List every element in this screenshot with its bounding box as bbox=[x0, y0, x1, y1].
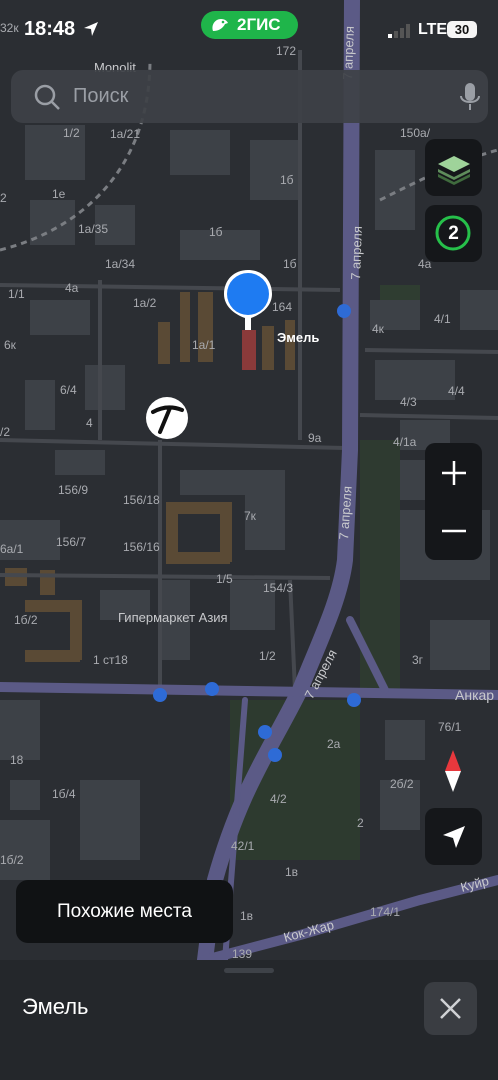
location-pin-icon[interactable] bbox=[221, 268, 275, 334]
house-number: 18 bbox=[10, 753, 24, 767]
close-button[interactable] bbox=[424, 982, 477, 1035]
layers-button[interactable] bbox=[425, 139, 482, 196]
house-number: 2 bbox=[0, 191, 7, 205]
compass-button[interactable] bbox=[437, 748, 469, 794]
house-number: 76/1 bbox=[438, 720, 462, 734]
house-number: 7к bbox=[244, 509, 257, 523]
house-number: 1а/35 bbox=[78, 222, 108, 236]
house-number: 1б/2 bbox=[0, 853, 24, 867]
close-icon bbox=[440, 998, 461, 1019]
house-number: 4к bbox=[372, 322, 385, 336]
place-label[interactable]: Эмель bbox=[277, 330, 319, 345]
house-number: 1б bbox=[280, 173, 294, 187]
poi-label: Гипермаркет Азия bbox=[118, 610, 228, 625]
house-number: 1а/2 bbox=[133, 296, 157, 310]
house-number: 4/1 bbox=[434, 312, 451, 326]
t-logo-icon[interactable] bbox=[146, 397, 188, 439]
house-number: 174/1 bbox=[370, 905, 400, 919]
house-number: 4/1а bbox=[393, 435, 417, 449]
house-number: 4а bbox=[65, 281, 79, 295]
similar-places-button[interactable]: Похожие места bbox=[16, 880, 233, 943]
house-number: 1а/21 bbox=[110, 127, 140, 141]
house-number: 4/2 bbox=[270, 792, 287, 806]
locate-me-button[interactable] bbox=[425, 808, 482, 865]
house-number: 2 bbox=[357, 816, 364, 830]
signal-icon bbox=[388, 24, 410, 38]
house-number: 6а/1 bbox=[0, 542, 24, 556]
house-number: 4/3 bbox=[400, 395, 417, 409]
house-number: 9а bbox=[308, 431, 322, 445]
street-label: Анкар bbox=[455, 687, 494, 703]
sheet-title: Эмель bbox=[22, 994, 89, 1019]
brand-badge: 2ГИС bbox=[201, 11, 298, 39]
house-number: 2б/2 bbox=[390, 777, 414, 791]
house-number: 4 bbox=[86, 416, 93, 430]
house-number: 3г bbox=[412, 653, 424, 667]
house-number: 1/2 bbox=[259, 649, 276, 663]
house-number: 1в bbox=[285, 865, 298, 879]
house-number: 156/16 bbox=[123, 540, 160, 554]
house-number: 139 bbox=[232, 947, 252, 960]
compass-icon bbox=[445, 750, 461, 792]
house-number: 1а/1 bbox=[192, 338, 216, 352]
house-number: 150а/ bbox=[400, 126, 431, 140]
microphone-icon[interactable] bbox=[459, 82, 481, 112]
minus-icon[interactable] bbox=[439, 516, 469, 546]
house-number: 1е bbox=[52, 187, 66, 201]
battery-level: 30 bbox=[447, 21, 477, 38]
house-number: 1б bbox=[209, 225, 223, 239]
navigation-arrow-icon bbox=[442, 825, 465, 848]
location-arrow-icon bbox=[84, 22, 98, 36]
house-number: 6/4 bbox=[60, 383, 77, 397]
zoom-controls bbox=[425, 443, 482, 560]
search-bar[interactable]: Поиск bbox=[11, 70, 488, 123]
house-number: 6к bbox=[4, 338, 17, 352]
house-number: 154/3 bbox=[263, 581, 293, 595]
house-number: 156/18 bbox=[123, 493, 160, 507]
house-number: 156/9 bbox=[58, 483, 88, 497]
house-number: 42/1 bbox=[231, 839, 255, 853]
house-number: 1/2 bbox=[63, 126, 80, 140]
house-number: 1/5 bbox=[216, 572, 233, 586]
house-number: 1б bbox=[283, 257, 297, 271]
brand-name: 2ГИС bbox=[237, 15, 281, 34]
house-number: 1б/4 bbox=[52, 787, 76, 801]
bird-logo-icon bbox=[212, 19, 228, 31]
status-time: 18:48 bbox=[24, 18, 76, 40]
street-label: 7 апреля bbox=[348, 226, 365, 280]
house-number: 156/7 bbox=[56, 535, 86, 549]
house-number: 4/4 bbox=[448, 384, 465, 398]
house-number: 1/1 bbox=[8, 287, 25, 301]
house-number: /2 bbox=[0, 425, 10, 439]
search-input[interactable]: Поиск bbox=[73, 85, 128, 108]
house-number: 1б/2 bbox=[14, 613, 38, 627]
network-type: LTE bbox=[418, 21, 448, 38]
plus-icon[interactable] bbox=[439, 458, 469, 488]
search-icon bbox=[34, 84, 60, 110]
status-bar: 18:48 2ГИС LTE 30 bbox=[0, 0, 498, 60]
layers-icon bbox=[437, 155, 470, 185]
house-number: 1 ст18 bbox=[93, 653, 128, 667]
map-canvas[interactable]: 7 апреля 7 апреля 7 апреля 7 апреля Анка… bbox=[0, 0, 498, 960]
house-number: 1в bbox=[240, 909, 253, 923]
sheet-handle[interactable] bbox=[224, 968, 274, 973]
house-number: 164 bbox=[272, 300, 292, 314]
house-number: 2а bbox=[327, 737, 341, 751]
friends-button[interactable]: 2 bbox=[425, 205, 482, 262]
friends-count: 2 bbox=[448, 222, 459, 244]
house-number: 1а/34 bbox=[105, 257, 135, 271]
